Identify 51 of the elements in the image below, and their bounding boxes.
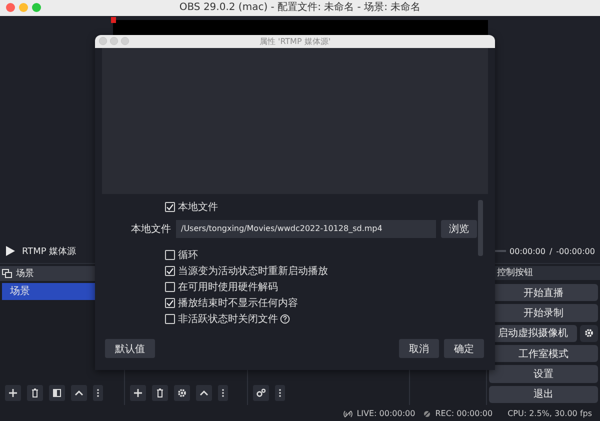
play-icon[interactable] — [6, 246, 15, 256]
control-button[interactable]: 退出 — [489, 386, 598, 403]
checkbox-label: 播放结束时不显示任何内容 — [178, 296, 298, 310]
settings-button[interactable] — [580, 324, 598, 342]
add-icon[interactable] — [133, 388, 143, 398]
settings-icon[interactable] — [177, 388, 187, 398]
signal-icon — [342, 410, 353, 418]
dialog-title: 属性 'RTMP 媒体源' — [259, 36, 331, 47]
checkbox[interactable] — [165, 202, 175, 212]
scrollbar-thumb[interactable] — [478, 200, 483, 256]
checkbox-label: 循环 — [178, 248, 198, 262]
cpu-usage: CPU: 2.5%, 30.00 fps — [508, 409, 592, 418]
up-icon[interactable] — [74, 388, 84, 398]
ok-button[interactable]: 确定 — [444, 339, 484, 358]
record-off-icon — [423, 410, 432, 418]
checkbox[interactable] — [165, 298, 175, 308]
dock-title: 场景 — [16, 268, 34, 280]
file-path-field[interactable]: /Users/tongxing/Movies/wwdc2022-10128_sd.mp4 — [176, 220, 436, 238]
gears-icon[interactable] — [256, 388, 266, 398]
check-icon — [166, 266, 174, 274]
checkbox-label: 在可用时使用硬件解码 — [178, 280, 278, 294]
time-elapsed: 00:00:00 — [510, 246, 546, 256]
checkbox-label: 非活跃状态时关闭文件 — [178, 312, 278, 326]
add-icon[interactable] — [8, 388, 18, 398]
window-title: OBS 29.0.2 (mac) - 配置文件: 未命名 - 场景: 未命名 — [179, 0, 421, 15]
source-name: RTMP 媒体源 — [22, 246, 76, 258]
checkbox[interactable] — [165, 282, 175, 292]
close-button[interactable] — [6, 3, 15, 12]
rec-time: REC: 00:00:00 — [435, 409, 493, 418]
checkbox-label: 本地文件 — [178, 200, 218, 214]
filter-icon[interactable] — [52, 388, 62, 398]
browse-button[interactable]: 浏览 — [441, 220, 477, 238]
control-button[interactable]: 设置 — [489, 365, 598, 383]
settings-icon — [584, 328, 594, 338]
trash-icon[interactable] — [30, 388, 40, 398]
time-separator: / — [549, 246, 552, 256]
help-icon[interactable] — [280, 314, 290, 324]
handle-icon[interactable] — [111, 17, 116, 23]
field-label: 本地文件 — [131, 222, 171, 236]
checkbox-label: 当源变为活动状态时重新启动播放 — [178, 264, 328, 278]
defaults-button[interactable]: 默认值 — [105, 339, 155, 358]
cancel-button[interactable]: 取消 — [399, 339, 439, 358]
trash-icon[interactable] — [155, 388, 165, 398]
live-time: LIVE: 00:00:00 — [356, 409, 416, 418]
check-icon — [166, 298, 174, 306]
checkbox[interactable] — [165, 250, 175, 260]
checkbox[interactable] — [165, 266, 175, 276]
time-remaining: -00:00:00 — [556, 246, 595, 256]
checkbox[interactable] — [165, 314, 175, 324]
up-icon[interactable] — [199, 388, 209, 398]
check-icon — [166, 202, 174, 210]
